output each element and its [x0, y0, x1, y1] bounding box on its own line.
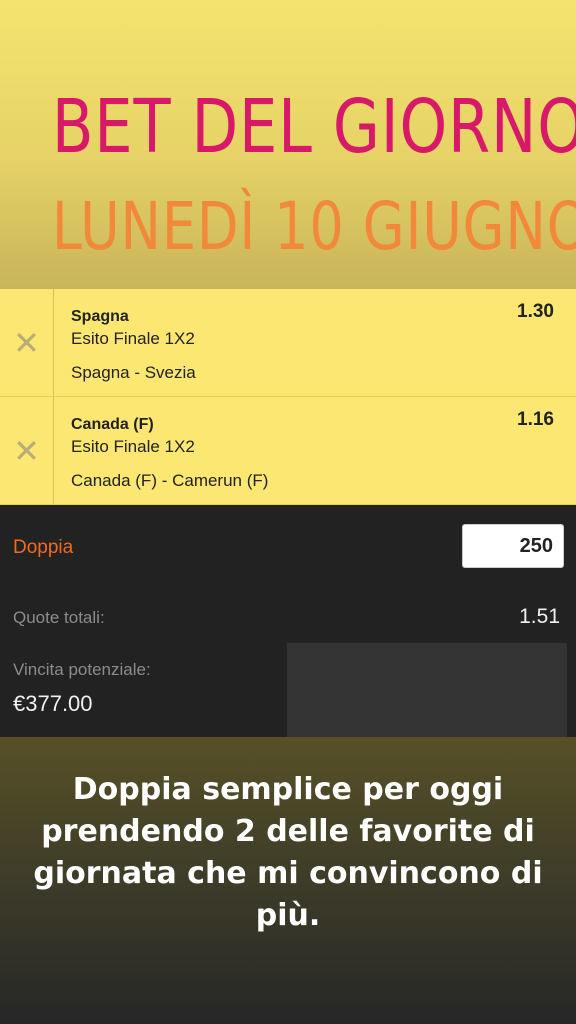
story-header: BET DEL GIORNO LUNEDÌ 10 GIUGNO: [0, 0, 576, 289]
bet-selection: Spagna: [71, 308, 129, 325]
bet-slip: Doppia Quote totali: 1.51 Vincita potenz…: [0, 505, 576, 737]
potential-win-label: Vincita potenziale:: [13, 660, 151, 679]
bet-selection: Canada (F): [71, 416, 154, 433]
total-odds-label: Quote totali:: [13, 608, 105, 627]
bet-row: ✕ Spagna Esito Finale 1X2 Spagna - Svezi…: [0, 289, 576, 397]
bet-row: ✕ Canada (F) Esito Finale 1X2 Canada (F)…: [0, 397, 576, 505]
close-icon[interactable]: ✕: [0, 397, 54, 504]
close-icon[interactable]: ✕: [0, 289, 54, 396]
total-odds-value: 1.51: [519, 605, 560, 628]
bet-market: Esito Finale 1X2: [71, 329, 195, 348]
story-caption: Doppia semplice per oggi prendendo 2 del…: [33, 772, 543, 933]
bet-odd: 1.30: [517, 301, 554, 322]
caption-area: Doppia semplice per oggi prendendo 2 del…: [0, 737, 576, 1024]
bet-odd: 1.16: [517, 409, 554, 430]
page-subtitle-date: LUNEDÌ 10 GIUGNO: [51, 188, 576, 265]
bet-match: Spagna - Svezia: [71, 363, 196, 382]
stake-input[interactable]: [462, 524, 564, 568]
bet-match: Canada (F) - Camerun (F): [71, 471, 269, 490]
place-bet-area[interactable]: [287, 643, 567, 737]
page-title: BET DEL GIORNO: [51, 84, 576, 170]
bet-market: Esito Finale 1X2: [71, 437, 195, 456]
potential-win-value: €377.00: [13, 691, 93, 716]
bet-type-label: Doppia: [13, 537, 74, 558]
